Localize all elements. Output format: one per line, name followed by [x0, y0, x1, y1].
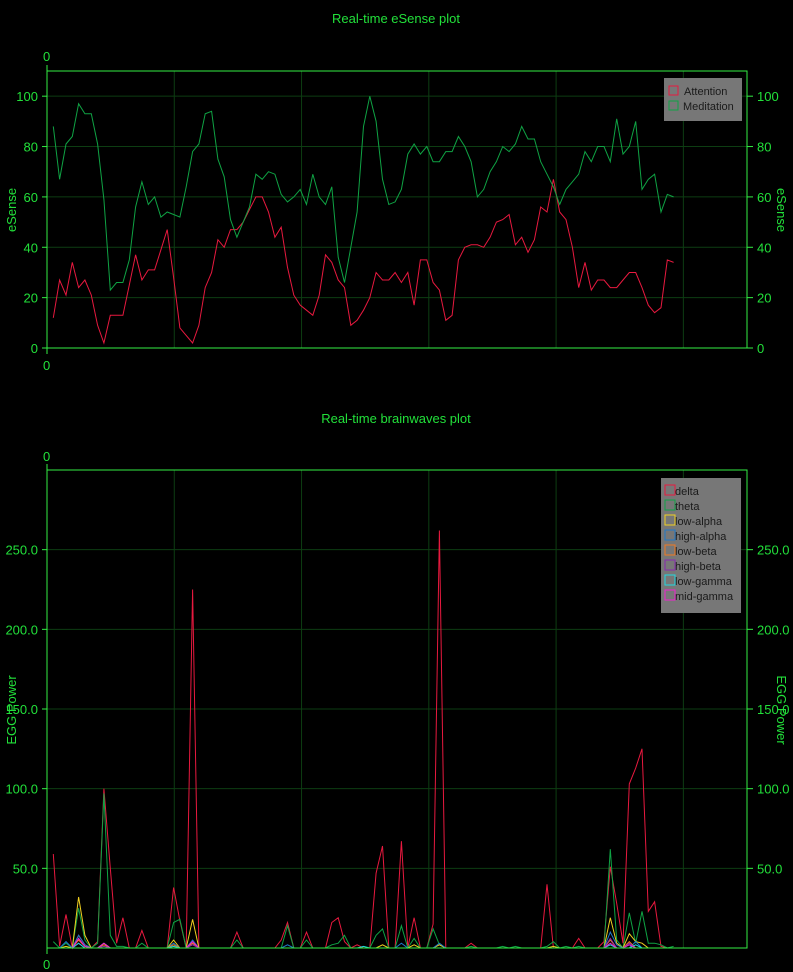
- series-lines: [52, 96, 674, 345]
- y-axis-label-left: eSense: [4, 188, 19, 232]
- y-tick-label-left: 250.0: [5, 543, 38, 558]
- series-line-attention: [52, 179, 674, 345]
- chart-title: Real-time brainwaves plot: [321, 411, 471, 426]
- legend-label-delta: delta: [675, 486, 700, 498]
- y-tick-label-left: 100: [16, 89, 38, 104]
- y-tick-label-right: 100.0: [757, 782, 790, 797]
- y-tick-label-left: 50.0: [13, 861, 38, 876]
- legend-label-low-gamma: low-gamma: [675, 576, 733, 588]
- legend-label-mid-gamma: mid-gamma: [675, 591, 734, 603]
- series-line-theta: [52, 793, 674, 950]
- y-tick-label-left: 80: [24, 140, 38, 155]
- y-tick-label-right: 20: [757, 291, 771, 306]
- legend-label-meditation: Meditation: [683, 101, 734, 113]
- series-line-meditation: [52, 96, 674, 292]
- y-tick-label-right: 200.0: [757, 622, 790, 637]
- legend-label-low-alpha: low-alpha: [675, 516, 723, 528]
- brainwaves-chart: Real-time brainwaves plot 0 0 EGG Power …: [4, 411, 790, 972]
- y-tick-label-right: 100: [757, 89, 779, 104]
- series-line-delta: [52, 530, 674, 950]
- y-tick-label-right: 60: [757, 190, 771, 205]
- legend: Attention Meditation: [664, 78, 742, 121]
- legend-box: [664, 78, 742, 121]
- series-lines: [52, 530, 674, 950]
- y-tick-label-right: 80: [757, 140, 771, 155]
- plot-frame: [46, 70, 748, 349]
- y-tick-label-left: 40: [24, 240, 38, 255]
- y-tick-label-right: 250.0: [757, 543, 790, 558]
- legend-label-high-alpha: high-alpha: [675, 531, 727, 543]
- chart-title: Real-time eSense plot: [332, 11, 460, 26]
- y-tick-label-right: 150.0: [757, 702, 790, 717]
- grid: [47, 470, 747, 948]
- grid: [47, 71, 747, 349]
- esense-chart: Real-time eSense plot 0 0 eSense eSense …: [4, 11, 789, 373]
- y-tick-label-left: 100.0: [5, 782, 38, 797]
- y-tick-label-left: 200.0: [5, 622, 38, 637]
- y-tick-label-left: 20: [24, 291, 38, 306]
- series-line-high-alpha: [53, 930, 674, 949]
- y-tick-label-left: 0: [31, 341, 38, 356]
- top-x-axis-label: 0: [43, 449, 50, 464]
- y-axis-label-right: eSense: [774, 188, 789, 232]
- bottom-x-axis-label: 0: [43, 957, 50, 972]
- y-tick-label-left: 150.0: [5, 702, 38, 717]
- legend-label-attention: Attention: [684, 86, 727, 98]
- esense-brainwave-dashboard: Real-time eSense plot 0 0 eSense eSense …: [4, 11, 790, 972]
- y-tick-label-right: 50.0: [757, 861, 782, 876]
- legend: delta theta low-alpha high-alpha low-beta hig…: [661, 478, 741, 613]
- y-tick-label-left: 60: [24, 190, 38, 205]
- legend-label-theta: theta: [675, 501, 700, 513]
- bottom-x-axis-label: 0: [43, 358, 50, 373]
- legend-label-high-beta: high-beta: [675, 561, 722, 573]
- y-tick-label-right: 40: [757, 240, 771, 255]
- legend-label-low-beta: low-beta: [675, 546, 717, 558]
- y-tick-label-right: 0: [757, 341, 764, 356]
- top-x-axis-label: 0: [43, 49, 50, 64]
